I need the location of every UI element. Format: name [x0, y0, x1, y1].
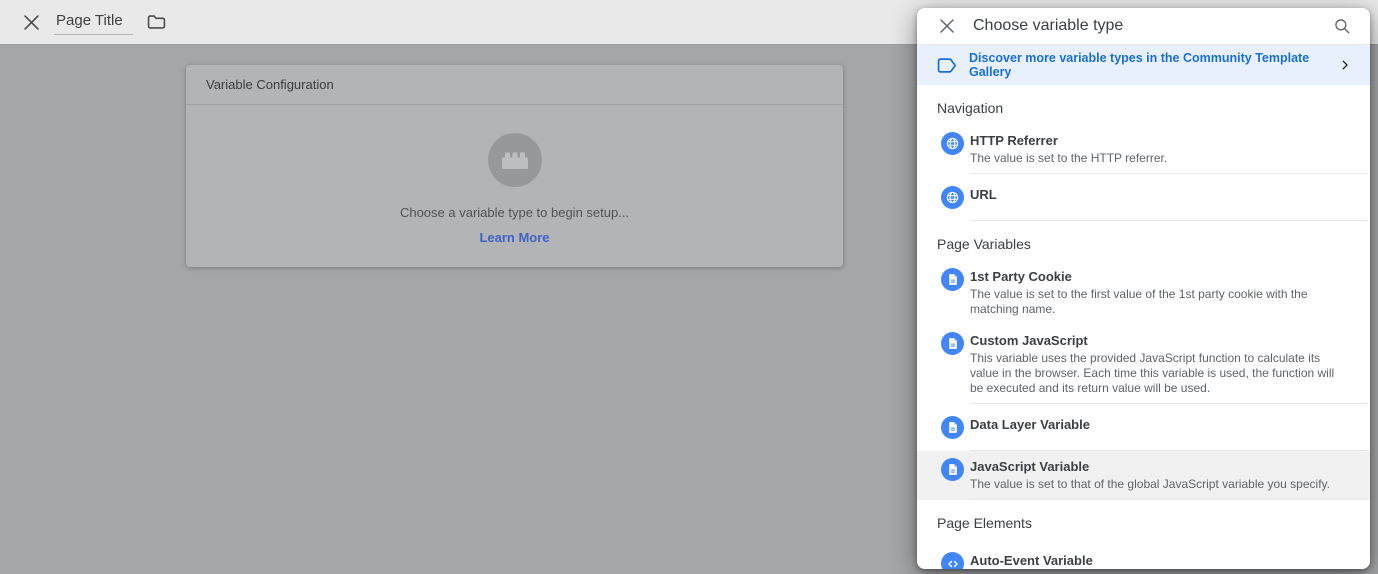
chevron-right-icon [1338, 58, 1352, 72]
variable-type-title: Data Layer Variable [970, 417, 1090, 433]
editor-close-icon[interactable] [20, 11, 42, 33]
variable-type-description: The value is set to the HTTP referrer. [970, 151, 1167, 166]
variable-type-description: The value is set to the first value of t… [970, 287, 1338, 317]
page-title-input[interactable]: Page Title [54, 10, 133, 35]
variable-type-row[interactable]: URL [917, 174, 1370, 221]
section-label: Page Elements [917, 515, 1370, 540]
variable-brick-icon [488, 133, 542, 187]
variable-type-row[interactable]: Data Layer Variable [917, 404, 1370, 451]
variable-type-list: Navigation HTTP Referrer The value is set … [917, 85, 1370, 569]
variable-type-title: 1st Party Cookie [970, 269, 1338, 285]
folder-icon[interactable] [147, 14, 166, 30]
variable-type-row[interactable]: HTTP Referrer The value is set to the HTT… [917, 125, 1370, 174]
section-label: Page Variables [917, 236, 1370, 261]
variable-type-title: Auto-Event Variable [970, 553, 1093, 569]
variable-type-section: Navigation HTTP Referrer The value is set … [917, 85, 1370, 221]
variable-type-row[interactable]: Auto-Event Variable [917, 540, 1370, 569]
variable-type-section: Page ElementsAuto-Event VariableDOM Elem… [917, 500, 1370, 569]
variable-type-description: This variable uses the provided JavaScri… [970, 351, 1338, 396]
variable-type-title: HTTP Referrer [970, 133, 1167, 149]
community-gallery-banner[interactable]: Discover more variable types in the Comm… [917, 45, 1370, 85]
panel-close-icon[interactable] [937, 16, 957, 36]
document-icon [941, 458, 964, 481]
code-icon [941, 552, 964, 569]
panel-title: Choose variable type [973, 17, 1330, 35]
variable-type-row[interactable]: Custom JavaScript This variable uses the … [917, 325, 1370, 404]
variable-type-row[interactable]: JavaScript Variable The value is set to t… [917, 451, 1370, 500]
document-icon [941, 268, 964, 291]
search-icon[interactable] [1330, 14, 1354, 38]
learn-more-link[interactable]: Learn More [479, 230, 549, 245]
variable-type-title: JavaScript Variable [970, 459, 1330, 475]
variable-type-section: Page Variables 1st Party Cookie The value … [917, 221, 1370, 500]
variable-type-title: URL [970, 187, 997, 203]
gallery-banner-text: Discover more variable types in the Comm… [969, 51, 1338, 79]
template-gallery-icon [937, 57, 958, 74]
choose-variable-type-panel: Choose variable type Discover more varia… [917, 8, 1370, 569]
globe-icon [941, 132, 964, 155]
variable-configuration-card: Variable Configuration Choose a variable… [186, 65, 843, 267]
variable-type-row[interactable]: 1st Party Cookie The value is set to the … [917, 261, 1370, 325]
card-title: Variable Configuration [186, 65, 843, 105]
variable-type-title: Custom JavaScript [970, 333, 1338, 349]
panel-header: Choose variable type [917, 8, 1370, 45]
globe-icon [941, 186, 964, 209]
section-label: Navigation [917, 100, 1370, 125]
variable-type-description: The value is set to that of the global J… [970, 477, 1330, 492]
setup-hint: Choose a variable type to begin setup... [186, 205, 843, 220]
document-icon [941, 332, 964, 355]
document-icon [941, 416, 964, 439]
